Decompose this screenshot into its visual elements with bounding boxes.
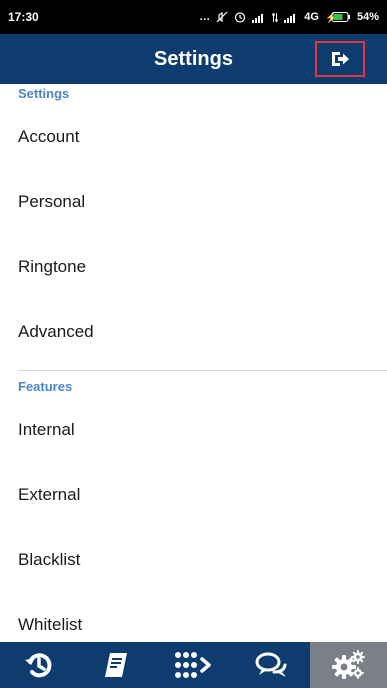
logout-button[interactable]: [315, 41, 365, 77]
logout-icon: [332, 52, 349, 66]
page-title: Settings: [154, 47, 233, 70]
list-item-advanced[interactable]: Advanced: [0, 299, 387, 364]
signal-icon-2: [284, 13, 296, 23]
status-time: 17:30: [8, 10, 39, 24]
dialpad-icon: [174, 652, 211, 678]
section-header-settings: Settings: [18, 86, 70, 101]
battery-icon: ⚡: [325, 11, 350, 23]
battery-percent: 54%: [356, 11, 379, 23]
nav-messages[interactable]: [232, 642, 309, 688]
settings-gears-icon: [332, 650, 366, 679]
contacts-book-icon: [105, 653, 128, 677]
nav-recent-calls[interactable]: [0, 642, 77, 688]
list-item-personal[interactable]: Personal: [0, 169, 387, 234]
nav-contacts[interactable]: [77, 642, 154, 688]
nav-dialpad[interactable]: [155, 642, 232, 688]
settings-list: Settings Account Personal Ringtone Advan…: [0, 84, 387, 642]
list-item-blacklist[interactable]: Blacklist: [0, 527, 387, 592]
list-item-external[interactable]: External: [0, 462, 387, 527]
recent-calls-icon: [24, 653, 52, 678]
status-bar: 17:30 … 4G ⚡ 54%: [0, 0, 387, 34]
section-header-features: Features: [18, 379, 73, 394]
alarm-icon: [235, 12, 246, 23]
network-type: 4G: [304, 11, 319, 23]
nav-settings[interactable]: [309, 642, 387, 688]
status-icons: … 4G ⚡ 54%: [199, 11, 379, 23]
bottom-nav: [0, 642, 387, 688]
more-notifications-icon: …: [199, 11, 211, 23]
mute-icon: [216, 11, 228, 23]
list-item-ringtone[interactable]: Ringtone: [0, 234, 387, 299]
list-item-account[interactable]: Account: [0, 104, 387, 169]
list-item-whitelist[interactable]: Whitelist: [0, 592, 387, 642]
list-item-internal[interactable]: Internal: [0, 397, 387, 462]
app-bar: Settings: [0, 34, 387, 84]
messages-icon: [255, 652, 287, 677]
signal-icon: [252, 13, 264, 23]
section-divider: [18, 370, 387, 371]
data-arrows-icon: [272, 12, 279, 22]
